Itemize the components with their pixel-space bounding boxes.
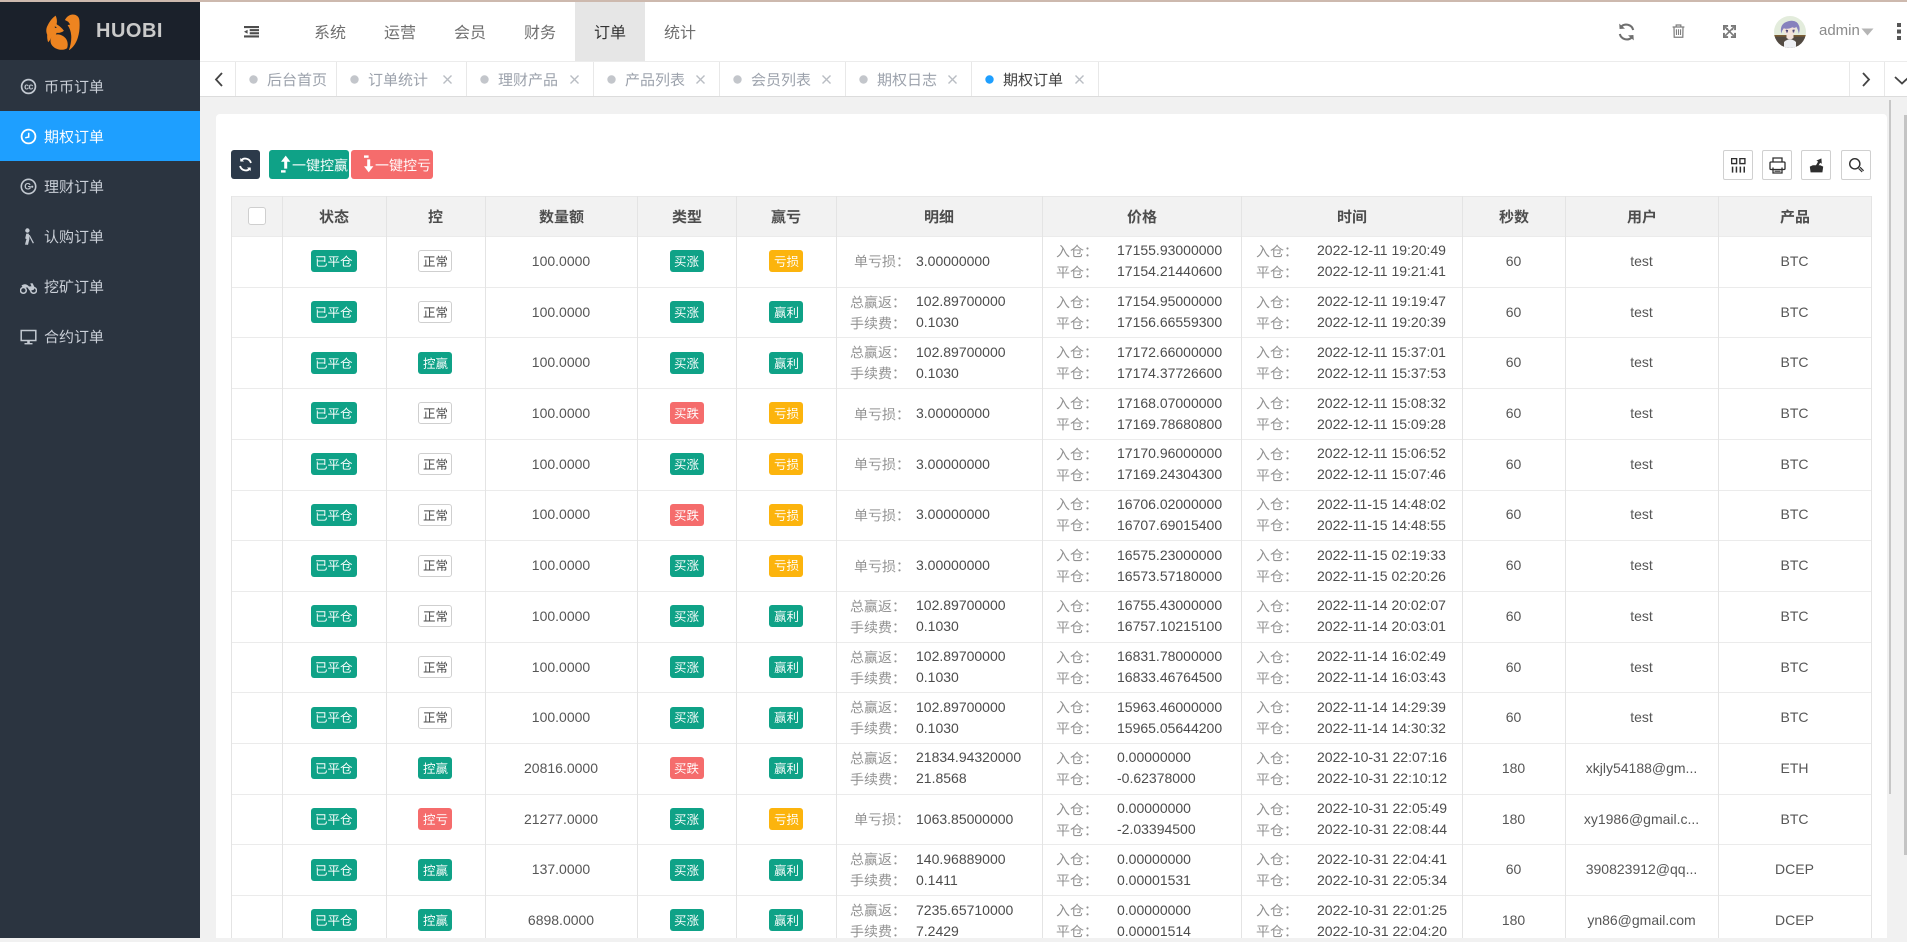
svg-text:G: G xyxy=(24,182,31,192)
svg-text:cc: cc xyxy=(24,81,33,91)
